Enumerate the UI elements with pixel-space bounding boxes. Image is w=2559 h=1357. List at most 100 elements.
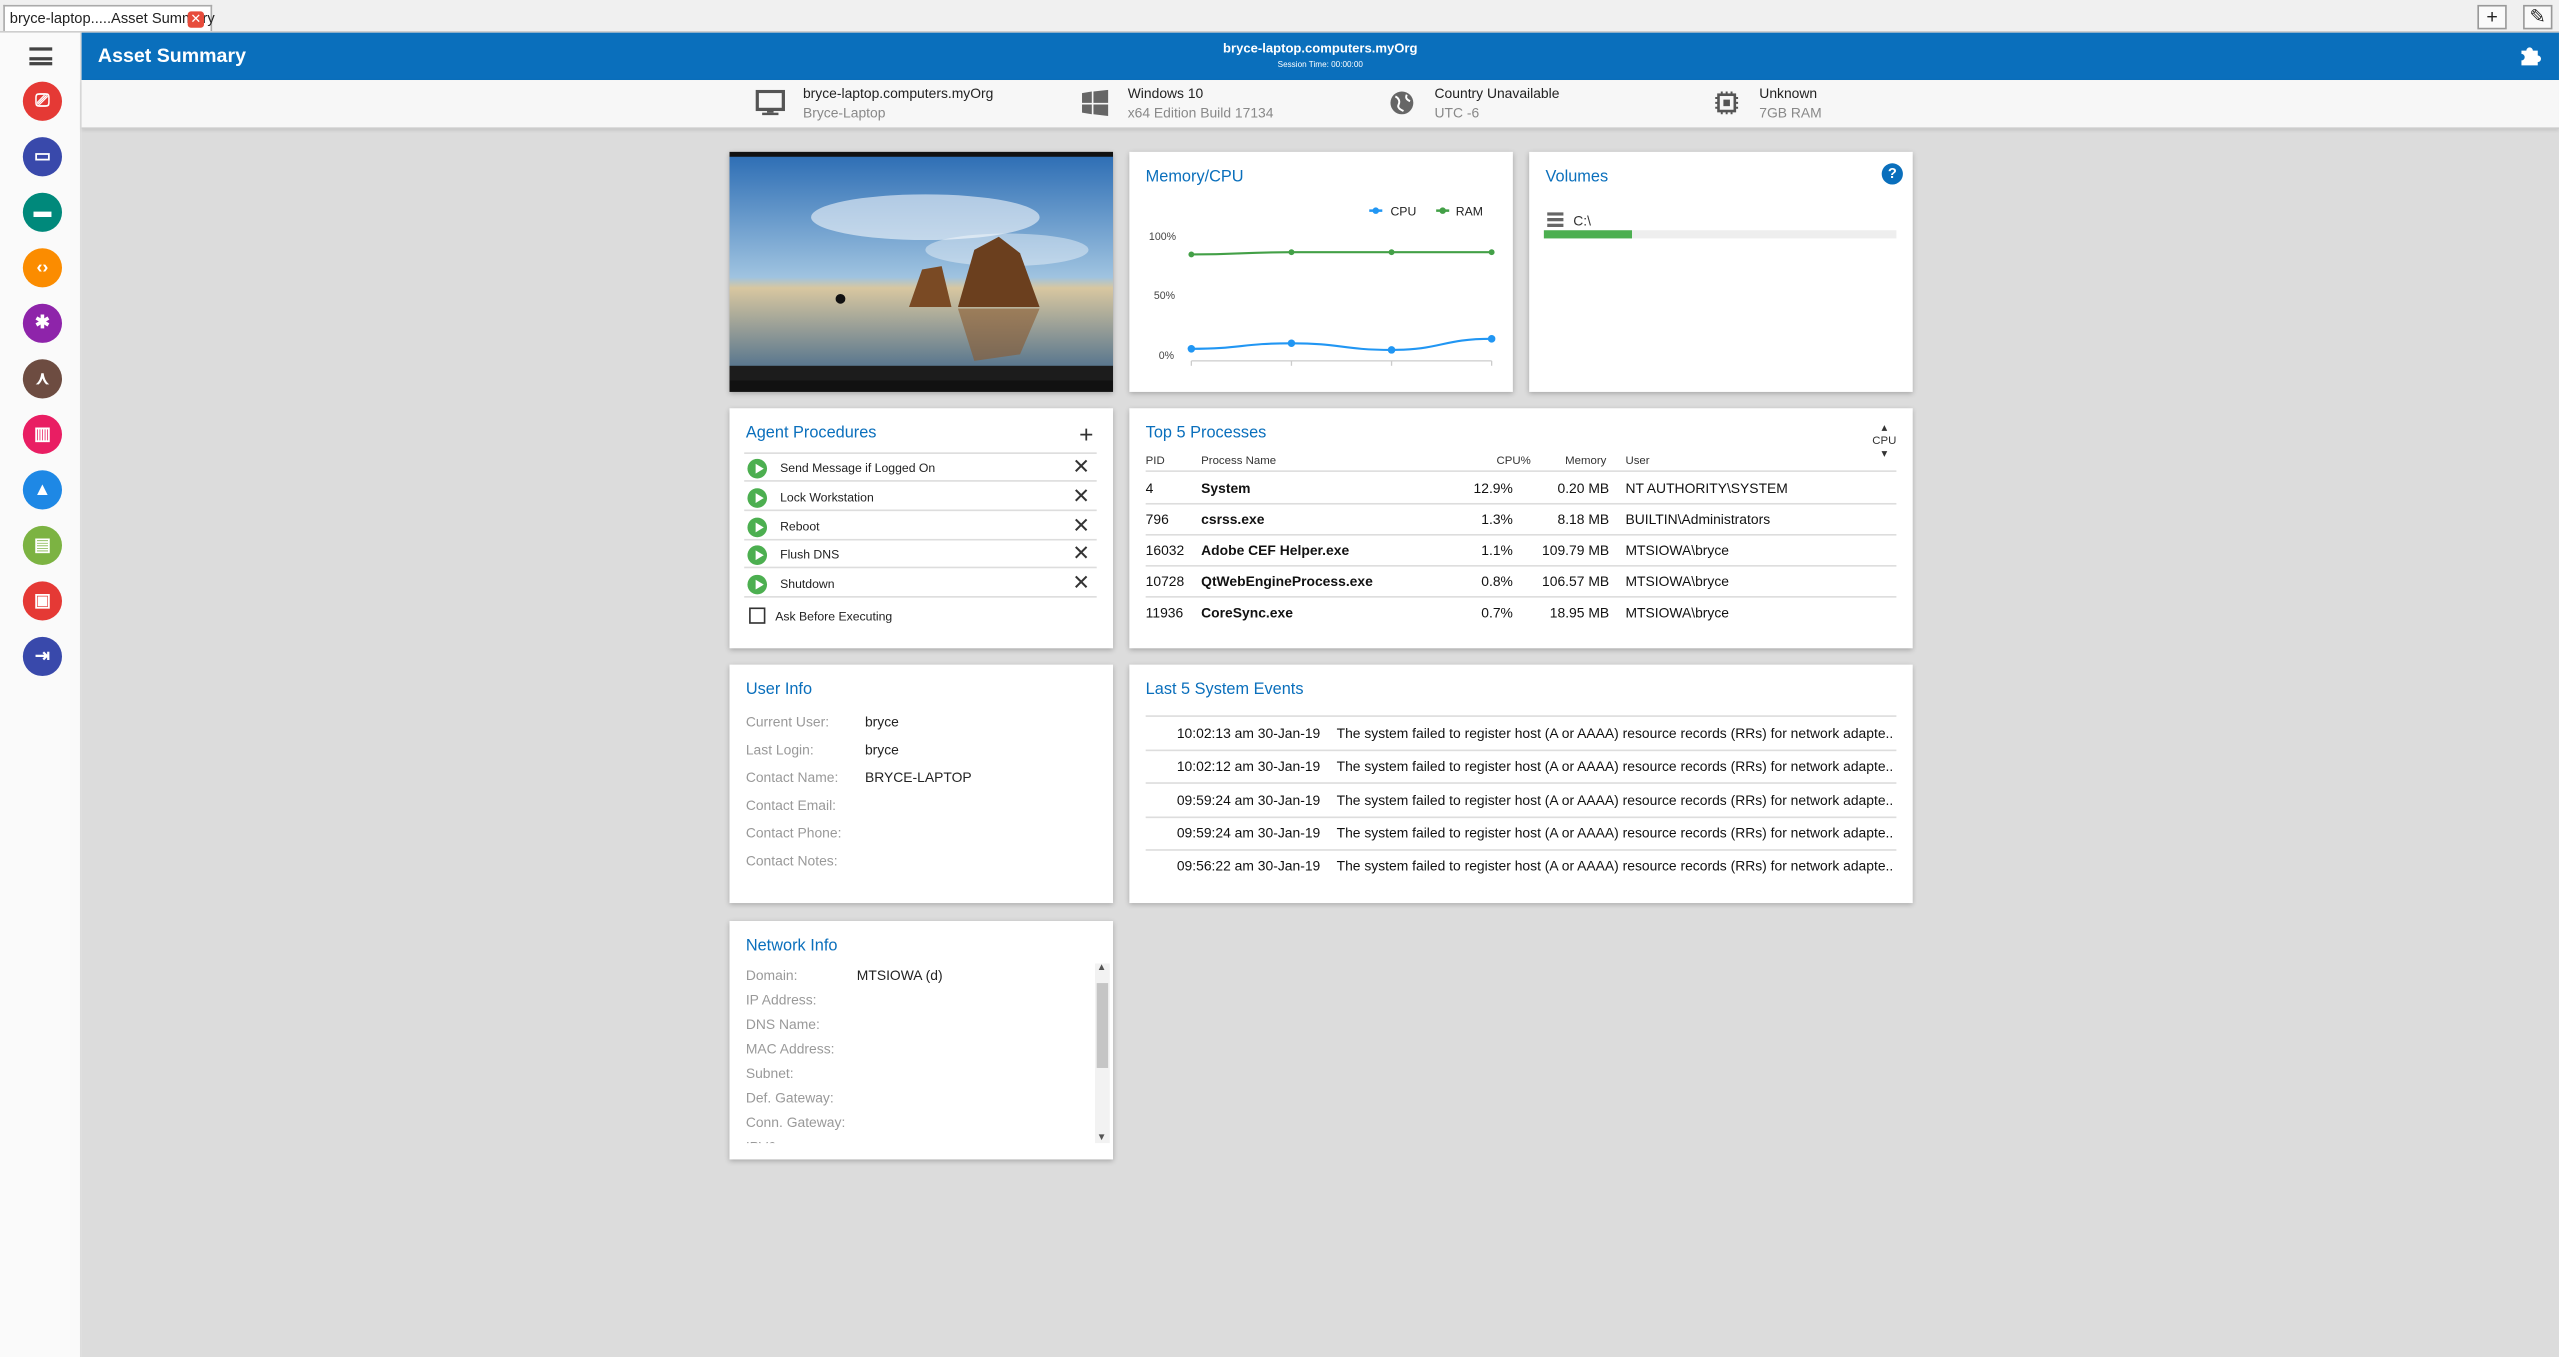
exit-icon[interactable]: ⇥ bbox=[22, 636, 63, 677]
hamburger-menu-icon[interactable] bbox=[29, 47, 53, 66]
sort-label: CPU bbox=[1872, 436, 1897, 448]
network-info-label: Domain: bbox=[745, 966, 798, 984]
play-icon[interactable] bbox=[747, 458, 768, 479]
desktop-icon[interactable]: ▭ bbox=[22, 137, 63, 177]
os-name: Windows 10 bbox=[1127, 84, 1204, 102]
gear-icon[interactable]: ✱ bbox=[22, 303, 63, 343]
play-icon[interactable] bbox=[747, 487, 768, 508]
chat-icon[interactable]: ▣ bbox=[22, 581, 63, 621]
event-message[interactable]: The system failed to register host (A or… bbox=[1337, 758, 1898, 774]
user-info-label: Contact Email: bbox=[745, 796, 837, 814]
col-pid[interactable]: PID bbox=[1146, 456, 1165, 467]
top-processes-card: Top 5 Processes ▴ CPU ▾ PID Process Name… bbox=[1129, 408, 1913, 649]
event-message[interactable]: The system failed to register host (A or… bbox=[1337, 824, 1898, 840]
sort-cpu-button[interactable]: ▴ CPU ▾ bbox=[1872, 423, 1896, 462]
scrollbar[interactable]: ▲ ▼ bbox=[1095, 963, 1110, 1144]
event-time: 09:59:24 am 30-Jan-19 bbox=[1176, 791, 1321, 808]
network-icon[interactable]: ⋏ bbox=[22, 359, 63, 399]
help-icon[interactable]: ? bbox=[1881, 163, 1903, 185]
event-message[interactable]: The system failed to register host (A or… bbox=[1337, 725, 1898, 741]
alert-icon[interactable]: ▲ bbox=[22, 470, 63, 510]
col-user[interactable]: User bbox=[1625, 456, 1649, 467]
tab-asset-summary[interactable]: bryce-laptop.....Asset Summary ✕ bbox=[3, 4, 215, 32]
procedure-row[interactable]: Reboot ✕ bbox=[744, 512, 1097, 540]
network-info-label: Def. Gateway: bbox=[745, 1089, 834, 1106]
procedure-row[interactable]: Flush DNS ✕ bbox=[744, 541, 1097, 569]
desktop-wallpaper-image bbox=[729, 156, 1114, 381]
play-icon[interactable] bbox=[747, 546, 768, 566]
volumes-card: Volumes ? C:\ bbox=[1529, 151, 1913, 392]
y-tick-50: 50% bbox=[1154, 290, 1176, 302]
delete-icon[interactable]: ✕ bbox=[1072, 484, 1090, 508]
col-memory[interactable]: Memory bbox=[1565, 456, 1606, 467]
event-message[interactable]: The system failed to register host (A or… bbox=[1337, 858, 1898, 874]
ram-point[interactable] bbox=[1488, 249, 1495, 256]
user-info-value: bryce bbox=[864, 741, 899, 758]
delete-icon[interactable]: ✕ bbox=[1072, 571, 1090, 595]
user-info-label: Contact Notes: bbox=[745, 852, 838, 869]
ask-before-checkbox[interactable] bbox=[749, 607, 766, 624]
process-user: MTSIOWA\bryce bbox=[1625, 604, 1730, 621]
close-icon[interactable]: ✕ bbox=[187, 11, 204, 28]
clipboard-icon[interactable]: ▤ bbox=[22, 525, 63, 566]
delete-icon[interactable]: ✕ bbox=[1072, 455, 1090, 479]
top-processes-title: Top 5 Processes bbox=[1145, 424, 1267, 443]
machine-sub: Bryce-Laptop bbox=[802, 104, 886, 121]
system-events-card: Last 5 System Events 10:02:13 am 30-Jan-… bbox=[1129, 664, 1913, 904]
delete-icon[interactable]: ✕ bbox=[1072, 513, 1090, 537]
user-info-value: bryce bbox=[864, 713, 899, 730]
book-icon[interactable]: ▥ bbox=[22, 414, 63, 454]
process-pid: 4 bbox=[1145, 480, 1154, 497]
procedure-row[interactable]: Lock Workstation ✕ bbox=[744, 483, 1097, 511]
play-icon[interactable] bbox=[747, 516, 768, 537]
event-time: 10:02:13 am 30-Jan-19 bbox=[1176, 725, 1321, 742]
code-icon[interactable]: ‹› bbox=[22, 248, 63, 288]
process-name: CoreSync.exe bbox=[1201, 604, 1293, 621]
user-info-label: Last Login: bbox=[745, 741, 814, 758]
drive-icon bbox=[1547, 212, 1564, 227]
procedure-row[interactable]: Shutdown ✕ bbox=[744, 570, 1097, 598]
os-sub: x64 Edition Build 17134 bbox=[1127, 104, 1274, 121]
machine-name: bryce-laptop.computers.myOrg bbox=[802, 84, 994, 102]
user-info-label: Contact Phone: bbox=[745, 824, 842, 841]
process-memory: 106.57 MB bbox=[1542, 573, 1610, 590]
location-sub: UTC -6 bbox=[1434, 104, 1480, 121]
cpu-point[interactable] bbox=[1487, 335, 1496, 343]
scrollbar-thumb[interactable] bbox=[1096, 983, 1109, 1068]
add-procedure-icon[interactable]: + bbox=[1079, 421, 1093, 449]
sort-up-icon: ▴ bbox=[1881, 422, 1888, 435]
ram-point[interactable] bbox=[1188, 251, 1195, 258]
event-divider bbox=[1145, 749, 1897, 752]
desktop-screenshot[interactable] bbox=[729, 151, 1114, 392]
folder-icon[interactable]: ▬ bbox=[22, 192, 63, 232]
network-info-list: Domain: MTSIOWA (d) IP Address: DNS Name: MA… bbox=[730, 963, 1092, 1143]
col-cpu[interactable]: CPU% bbox=[1497, 456, 1531, 467]
machine-title: bryce-laptop.computers.myOrg bbox=[1223, 40, 1418, 56]
process-user: MTSIOWA\bryce bbox=[1625, 573, 1730, 590]
ram-point[interactable] bbox=[1288, 249, 1295, 256]
scroll-up-icon[interactable]: ▲ bbox=[1097, 963, 1107, 973]
delete-icon[interactable]: ✕ bbox=[1072, 542, 1090, 566]
edit-icon[interactable]: ✎ bbox=[2523, 4, 2553, 30]
play-icon[interactable] bbox=[747, 575, 768, 595]
col-process-name[interactable]: Process Name bbox=[1201, 456, 1276, 467]
cpu-point[interactable] bbox=[1287, 339, 1296, 348]
windows-icon bbox=[1082, 89, 1109, 116]
scroll-down-icon[interactable]: ▼ bbox=[1097, 1133, 1107, 1143]
cpu-point[interactable] bbox=[1387, 346, 1396, 354]
process-memory: 0.20 MB bbox=[1557, 480, 1610, 497]
row-divider bbox=[1145, 533, 1897, 536]
process-memory: 8.18 MB bbox=[1557, 511, 1610, 528]
event-message[interactable]: The system failed to register host (A or… bbox=[1337, 791, 1898, 807]
drive-label: C:\ bbox=[1573, 212, 1591, 229]
add-tab-button[interactable]: + bbox=[2477, 4, 2507, 30]
cpu-point[interactable] bbox=[1187, 345, 1196, 353]
header-divider bbox=[1145, 470, 1897, 472]
hardware-name: Unknown bbox=[1759, 84, 1818, 102]
ram-point[interactable] bbox=[1388, 249, 1395, 256]
event-divider bbox=[1145, 848, 1897, 851]
procedure-row[interactable]: Send Message if Logged On ✕ bbox=[744, 454, 1097, 482]
user-info-label: Current User: bbox=[745, 713, 830, 730]
remote-control-icon[interactable]: ⎚ bbox=[22, 81, 63, 121]
puzzle-icon[interactable] bbox=[2520, 44, 2543, 67]
